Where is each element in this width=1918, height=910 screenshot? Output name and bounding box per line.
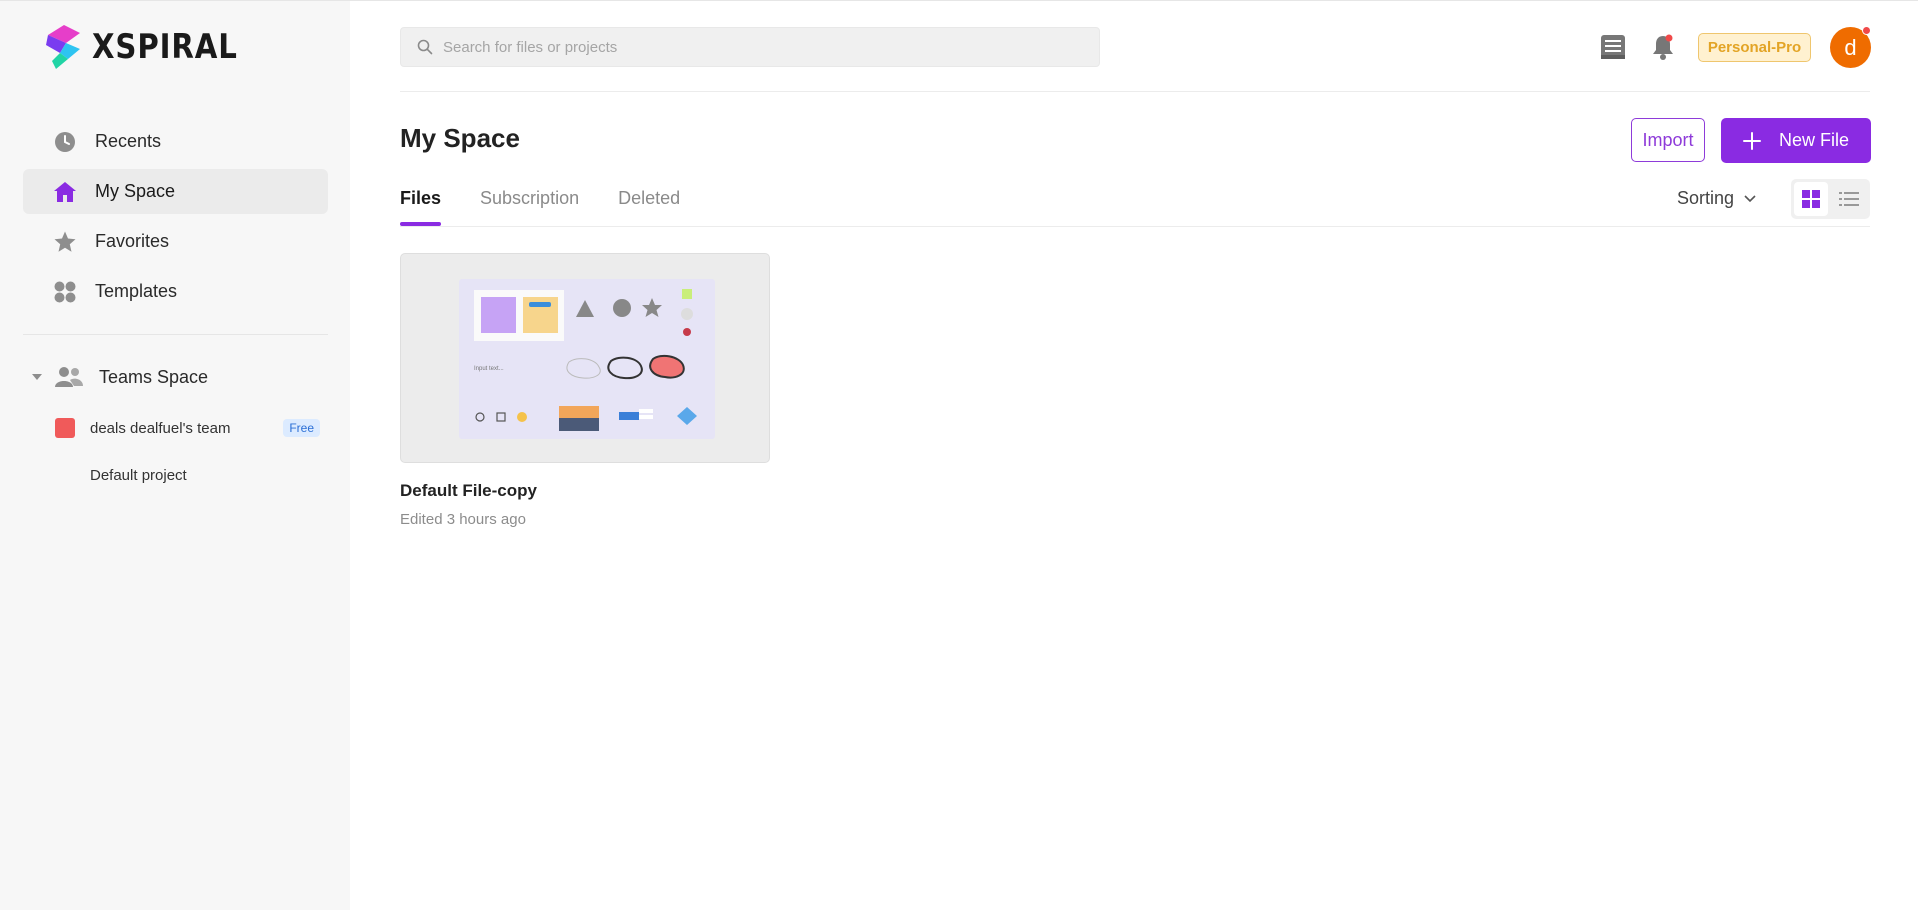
search-input[interactable] (443, 38, 1083, 56)
sidebar-item-label: Templates (95, 281, 178, 301)
header-divider (400, 91, 1870, 92)
sidebar-divider (23, 334, 328, 335)
sorting-dropdown[interactable]: Sorting (1677, 188, 1756, 209)
file-edited-time: Edited 3 hours ago (400, 511, 526, 528)
team-item[interactable]: deals dealfuel's team Free (23, 409, 328, 447)
teams-space-toggle[interactable]: Teams Space (23, 356, 328, 398)
team-color-swatch (55, 418, 75, 438)
docs-button[interactable] (1598, 32, 1628, 62)
sidebar-item-label: Favorites (95, 231, 170, 251)
chevron-down-icon (1744, 194, 1756, 202)
tab-files[interactable]: Files (400, 188, 442, 226)
notifications-button[interactable] (1648, 32, 1678, 62)
bell-icon (1653, 34, 1673, 60)
thumbnail-preview: Input text... (474, 289, 697, 431)
project-item-default[interactable]: Default project (90, 467, 187, 484)
search-icon (417, 39, 433, 55)
new-file-label: New File (1778, 130, 1849, 150)
page-title: My Space (400, 123, 520, 153)
team-name: deals dealfuel's team (90, 419, 231, 437)
xspiral-logo-icon (46, 25, 80, 69)
plan-badge[interactable]: Personal-Pro (1698, 33, 1811, 62)
caret-down-icon (31, 373, 45, 381)
document-list-icon (1601, 35, 1625, 59)
file-tabs: Files Subscription Deleted (400, 188, 680, 226)
team-plan-badge: Free (283, 419, 320, 437)
grid-icon (1802, 190, 1820, 208)
view-toggle (1791, 179, 1870, 219)
sorting-label: Sorting (1677, 188, 1735, 208)
tab-subscription[interactable]: Subscription (480, 188, 579, 226)
sidebar-item-label: Recents (95, 131, 162, 151)
tab-deleted[interactable]: Deleted (618, 188, 680, 226)
sidebar-item-favorites[interactable]: Favorites (23, 219, 328, 264)
search-bar[interactable] (400, 27, 1100, 67)
list-icon (1839, 192, 1859, 206)
file-card[interactable]: Input text... (400, 253, 770, 463)
sidebar-nav: Recents My Space Favorites Templates (23, 119, 328, 319)
home-icon (53, 180, 77, 204)
file-name[interactable]: Default File-copy (400, 481, 537, 501)
sidebar: XSPIRAL Recents My Space Favorites Templ… (0, 1, 350, 910)
file-thumbnail: Input text... (459, 279, 715, 439)
tabs-divider (400, 226, 1870, 227)
sidebar-item-my-space[interactable]: My Space (23, 169, 328, 214)
avatar-notification-dot (1862, 26, 1871, 35)
import-button[interactable]: Import (1631, 118, 1705, 162)
clock-icon (53, 130, 77, 154)
list-view-button[interactable] (1832, 182, 1866, 216)
teams-space-label: Teams Space (99, 366, 209, 387)
plus-icon (1742, 131, 1761, 150)
team-users-icon (55, 365, 83, 389)
grid-view-button[interactable] (1794, 182, 1828, 216)
star-icon (53, 230, 77, 254)
sidebar-item-templates[interactable]: Templates (23, 269, 328, 314)
sidebar-item-label: My Space (95, 181, 176, 201)
sidebar-item-recents[interactable]: Recents (23, 119, 328, 164)
new-file-button[interactable]: New File (1721, 118, 1871, 163)
app-name: XSPIRAL (92, 27, 238, 67)
app-logo[interactable]: XSPIRAL (42, 23, 261, 71)
templates-icon (53, 280, 77, 304)
thumbnail-placeholder-text: Input text... (474, 366, 504, 372)
